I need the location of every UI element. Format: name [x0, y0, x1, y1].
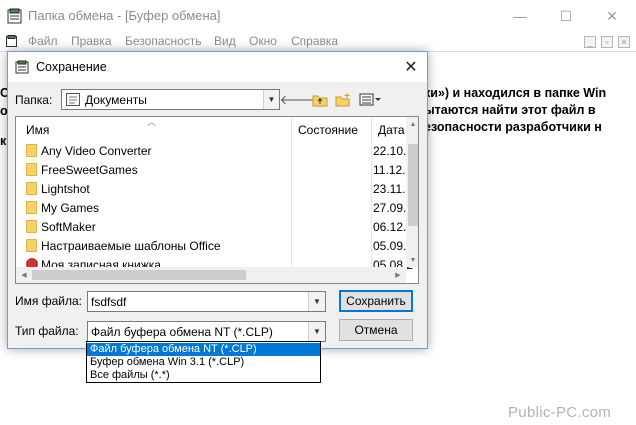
column-separator	[371, 117, 372, 267]
file-row[interactable]: SoftMaker 06.12.2	[21, 217, 413, 236]
new-folder-icon	[335, 92, 350, 106]
menu-view[interactable]: Вид	[214, 34, 236, 48]
chevron-down-icon[interactable]: ▼	[308, 292, 325, 311]
folder-icon	[26, 201, 37, 214]
column-header-state[interactable]: Состояние	[298, 117, 373, 141]
scroll-left-icon[interactable]: ◀	[16, 267, 32, 283]
folder-icon	[26, 220, 37, 233]
filetype-option[interactable]: Файл буфера обмена NT (*.CLP)	[87, 343, 320, 356]
file-name: My Games	[41, 201, 100, 215]
scroll-right-icon[interactable]: ▶	[390, 267, 406, 283]
watermark: Public-PC.com	[508, 404, 612, 421]
column-separator	[291, 117, 292, 267]
up-folder-icon	[312, 95, 328, 106]
folder-label: Папка:	[15, 93, 53, 107]
close-button[interactable]: ✕	[589, 0, 635, 32]
dialog-close-button[interactable]: ✕	[399, 55, 423, 79]
filename-value: fsdfsdf	[91, 295, 127, 309]
view-menu-button[interactable]	[356, 89, 384, 110]
dialog-title: Сохранение	[36, 60, 107, 74]
vertical-scrollbar[interactable]: ▲ ▼	[406, 117, 418, 267]
menu-edit[interactable]: Правка	[71, 34, 112, 48]
folder-combo[interactable]: Документы ▼	[61, 89, 280, 110]
menu-help[interactable]: Справка	[291, 34, 338, 48]
filetype-select[interactable]: Файл буфера обмена NT (*.CLP) ▼	[87, 321, 326, 342]
save-button[interactable]: Сохранить	[339, 290, 413, 312]
folder-icon	[26, 163, 37, 176]
file-name: Any Video Converter	[41, 144, 152, 158]
file-name: Lightshot	[41, 182, 90, 196]
file-row[interactable]: Настраиваемые шаблоны Office 05.09.2	[21, 236, 413, 255]
file-row[interactable]: Lightshot 23.11.2	[21, 179, 412, 198]
filename-label: Имя файла:	[15, 294, 82, 308]
filetype-label: Тип файла:	[15, 324, 79, 338]
save-dialog: Сохранение ✕ Папка: Документы ▼ 🡐 ︿ Имя …	[7, 51, 428, 349]
mdi-close-icon[interactable]: ×	[618, 36, 630, 48]
mdi-restore-icon[interactable]: ▫	[601, 36, 613, 48]
filetype-option[interactable]: Буфер обмена Win 3.1 (*.CLP)	[87, 356, 320, 369]
clipbook-menu-icon[interactable]	[6, 35, 18, 47]
horizontal-scroll-thumb[interactable]	[32, 270, 246, 280]
document-line: ки») и находился в папке Win	[424, 86, 607, 100]
file-row[interactable]: Any Video Converter 22.10.2	[21, 141, 413, 160]
new-folder-button[interactable]	[333, 89, 353, 110]
menu-file[interactable]: Файл	[28, 34, 58, 48]
file-row[interactable]: My Games 27.09.2	[21, 198, 413, 217]
filetype-dropdown-list[interactable]: Файл буфера обмена NT (*.CLP) Буфер обме…	[86, 341, 321, 383]
documents-folder-icon	[66, 93, 80, 106]
view-menu-icon	[359, 93, 381, 105]
chevron-down-icon[interactable]: ▼	[308, 322, 325, 341]
back-button[interactable]: 🡐	[280, 89, 315, 110]
clipbook-app-icon	[7, 8, 22, 24]
file-row[interactable]: FreeSweetGames 11.12.2	[21, 160, 412, 179]
folder-value: Документы	[85, 93, 147, 107]
window-title: Папка обмена - [Буфер обмена]	[28, 8, 221, 23]
document-line: езопасности разработчики н	[424, 120, 602, 134]
filename-input[interactable]: fsdfsdf ▼	[87, 291, 326, 312]
folder-icon	[26, 144, 37, 157]
filetype-value: Файл буфера обмена NT (*.CLP)	[91, 325, 273, 339]
scroll-down-icon[interactable]: ▼	[406, 253, 418, 267]
dialog-titlebar[interactable]: Сохранение ✕	[8, 52, 427, 82]
vertical-scroll-thumb[interactable]	[408, 144, 418, 226]
file-list[interactable]: ︿ Имя Состояние Дата и Any Video Convert…	[15, 116, 419, 284]
up-folder-button[interactable]	[310, 89, 330, 110]
folder-icon	[26, 182, 37, 195]
filetype-option[interactable]: Все файлы (*.*)	[87, 369, 320, 382]
column-header-date[interactable]: Дата и	[378, 117, 408, 141]
menu-window[interactable]: Окно	[249, 34, 277, 48]
mdi-minimize-icon[interactable]: _	[584, 36, 596, 48]
file-name: SoftMaker	[41, 220, 96, 234]
column-header-name[interactable]: Имя	[26, 117, 286, 141]
folder-icon	[26, 239, 37, 252]
main-titlebar[interactable]: Папка обмена - [Буфер обмена] — ☐ ✕	[0, 0, 636, 32]
maximize-button[interactable]: ☐	[543, 0, 589, 32]
chevron-down-icon[interactable]: ▼	[263, 90, 279, 109]
cancel-button[interactable]: Отмена	[339, 319, 413, 341]
clipbook-dialog-icon	[15, 60, 29, 74]
file-name: FreeSweetGames	[41, 163, 138, 177]
menubar: Файл Правка Безопасность Вид Окно Справк…	[0, 32, 636, 52]
file-name: Настраиваемые шаблоны Office	[41, 239, 221, 253]
minimize-button[interactable]: —	[497, 0, 543, 32]
document-line: ытаются найти этот файл в	[424, 103, 596, 117]
scroll-up-icon[interactable]: ▲	[406, 117, 418, 131]
menu-security[interactable]: Безопасность	[125, 34, 202, 48]
horizontal-scrollbar[interactable]: ◀ ▶	[16, 267, 406, 283]
